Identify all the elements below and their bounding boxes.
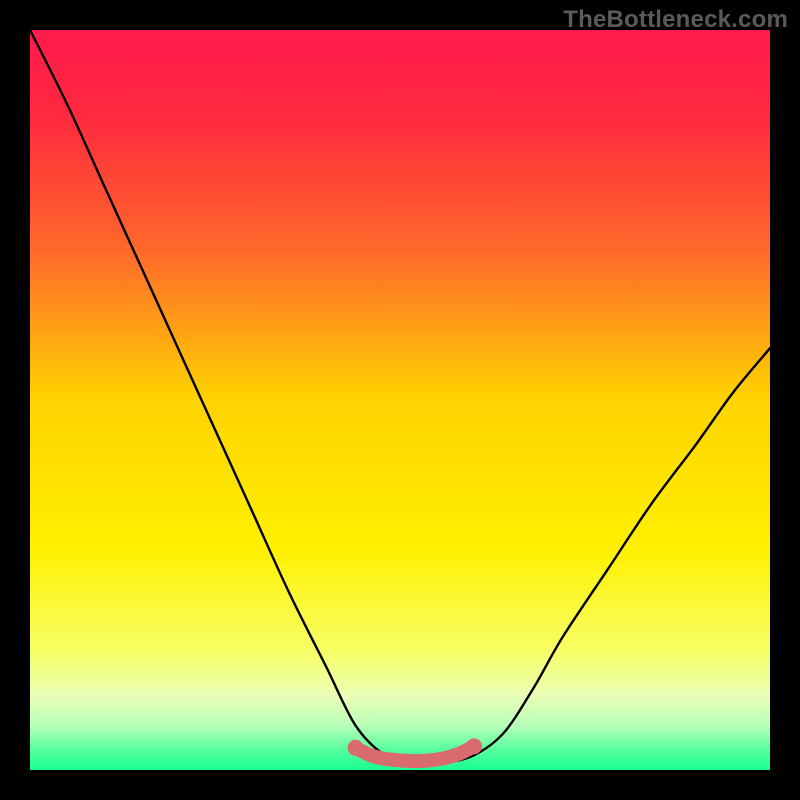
curve-layer [30,30,770,770]
plot-area [30,30,770,770]
trough-marker [356,746,474,761]
chart-frame: TheBottleneck.com [0,0,800,800]
watermark-text: TheBottleneck.com [563,6,788,34]
trough-end-dot [348,740,364,756]
bottleneck-curve [30,30,770,764]
trough-end-dot [466,738,482,754]
